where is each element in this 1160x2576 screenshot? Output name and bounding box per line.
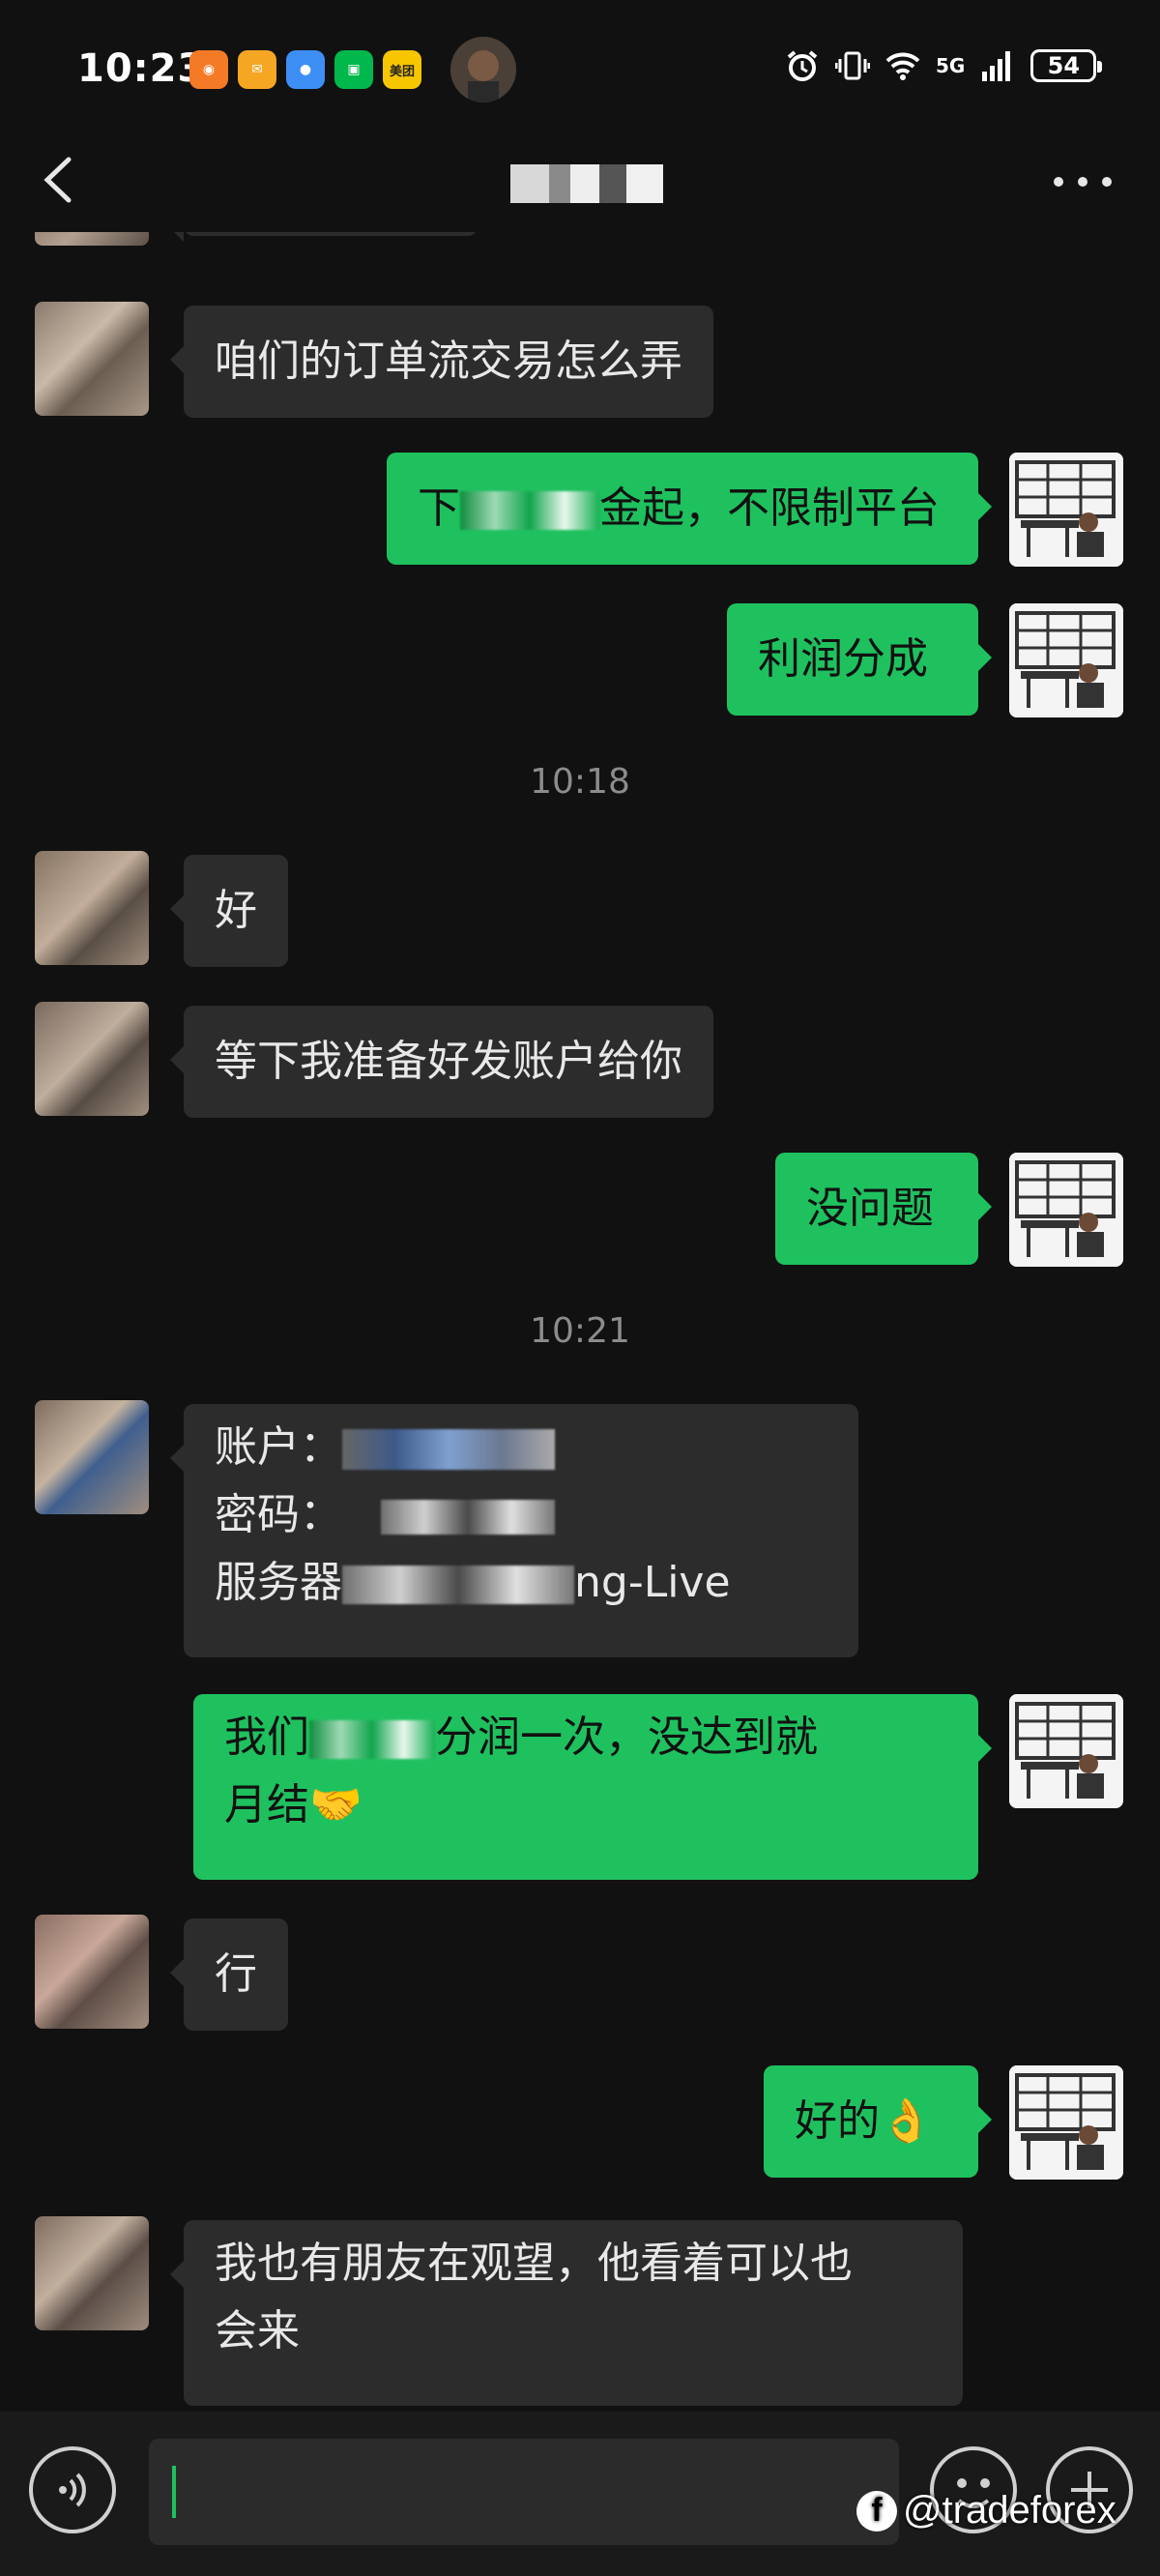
incoming-message[interactable]: 行	[170, 1918, 288, 2031]
redacted-text	[460, 491, 599, 530]
message-text: 下	[418, 483, 460, 533]
trader-desk-image	[1009, 1694, 1123, 1808]
redacted-text	[342, 1429, 555, 1470]
message-text: 服务器	[215, 1558, 342, 1607]
message-text: 密码：	[215, 1490, 342, 1539]
message-bubble-partial[interactable]	[170, 232, 478, 242]
incoming-message-account[interactable]: 账户： 密码： 服务器 ng-Live	[170, 1404, 858, 1657]
outgoing-message[interactable]: 利润分成	[727, 603, 992, 716]
chat-header	[0, 135, 1160, 232]
alarm-icon	[787, 50, 818, 81]
trader-desk-image	[1009, 453, 1123, 567]
message-text: ng-Live	[574, 1558, 731, 1607]
redacted-text	[309, 1720, 435, 1759]
vibrate-icon	[835, 51, 870, 80]
message-text: 我也有朋友在观望，他看着可以也	[215, 2239, 853, 2288]
status-time: 10:23	[77, 46, 206, 91]
taobao-icon: ◉	[189, 50, 228, 89]
back-button[interactable]	[29, 151, 87, 209]
contact-avatar[interactable]	[35, 302, 149, 416]
my-avatar[interactable]	[1009, 1153, 1123, 1267]
contact-avatar[interactable]	[35, 232, 149, 246]
contact-avatar[interactable]	[35, 1002, 149, 1116]
message-input[interactable]	[149, 2439, 899, 2545]
more-dot	[1102, 177, 1112, 187]
outgoing-message[interactable]: 好的👌	[764, 2065, 992, 2178]
ok-hand-emoji: 👌	[880, 2096, 933, 2146]
incoming-message[interactable]: 咱们的订单流交易怎么弄	[170, 306, 713, 418]
timestamp: 10:21	[530, 1311, 630, 1351]
trader-desk-image	[1009, 2065, 1123, 2180]
notification-icons: ◉ ✉ ● ▣ 美团	[189, 50, 421, 89]
message-text: 分润一次，没达到就	[435, 1712, 818, 1762]
chat-title-redacted	[510, 164, 663, 203]
account-line: 账户：	[215, 1414, 827, 1481]
redacted-text	[381, 1500, 555, 1535]
outgoing-message[interactable]: 我们 分润一次，没达到就 月结🤝	[193, 1694, 992, 1880]
contact-avatar[interactable]	[35, 1400, 149, 1514]
password-line: 密码：	[215, 1481, 827, 1549]
watermark: f @tradeforex	[856, 2489, 1116, 2532]
my-avatar[interactable]	[1009, 1694, 1123, 1808]
battery-level: 54	[1047, 52, 1081, 79]
status-avatar	[450, 37, 516, 102]
message-list[interactable]: 咱们的订单流交易怎么弄 下 金起，不限制平台 利润分成 10:18 好 等下我准备…	[0, 232, 1160, 2408]
outgoing-message[interactable]: 下 金起，不限制平台	[387, 453, 992, 565]
incoming-message[interactable]: 好	[170, 855, 288, 967]
battery-indicator: 54	[1030, 49, 1103, 82]
message-text: 我们	[224, 1712, 309, 1762]
redacted-text	[342, 1566, 574, 1604]
trader-desk-image	[1009, 603, 1123, 717]
message-text: 月结	[224, 1780, 309, 1830]
contact-avatar[interactable]	[35, 2216, 149, 2330]
my-avatar[interactable]	[1009, 453, 1123, 567]
more-dot	[1078, 177, 1088, 187]
incoming-message[interactable]: 我也有朋友在观望，他看着可以也 会来	[170, 2220, 963, 2406]
timestamp: 10:18	[530, 762, 630, 802]
wifi-icon	[885, 52, 920, 80]
iqiyi-icon: ▣	[334, 50, 373, 89]
text-caret	[172, 2466, 176, 2518]
trader-desk-image	[1009, 1153, 1123, 1267]
watermark-text: @tradeforex	[903, 2489, 1116, 2532]
status-bar: 10:23 ◉ ✉ ● ▣ 美团 5G 54	[0, 0, 1160, 135]
more-options-button[interactable]	[1054, 162, 1112, 201]
voice-input-button[interactable]	[29, 2446, 116, 2533]
handshake-emoji: 🤝	[309, 1780, 362, 1830]
outgoing-message[interactable]: 没问题	[775, 1153, 992, 1265]
status-indicators: 5G 54	[785, 48, 1103, 83]
my-avatar[interactable]	[1009, 2065, 1123, 2180]
incoming-message[interactable]: 等下我准备好发账户给你	[170, 1006, 713, 1118]
meituan-icon: 美团	[383, 50, 421, 89]
more-dot	[1054, 177, 1063, 187]
message-text: 账户：	[215, 1422, 342, 1472]
voice-icon	[59, 2473, 86, 2507]
my-avatar[interactable]	[1009, 603, 1123, 717]
network-type: 5G	[936, 54, 966, 77]
contact-avatar[interactable]	[35, 1915, 149, 2029]
server-line: 服务器 ng-Live	[215, 1549, 827, 1617]
signal-icon	[982, 51, 1011, 81]
mail-icon: ✉	[238, 50, 276, 89]
message-icon: ●	[286, 50, 325, 89]
message-text: 会来	[215, 2306, 300, 2356]
contact-avatar[interactable]	[35, 851, 149, 965]
message-text: 金起，不限制平台	[599, 483, 940, 533]
facebook-icon: f	[856, 2490, 897, 2532]
chevron-left-icon	[44, 157, 72, 203]
message-text: 好的	[795, 2096, 880, 2146]
